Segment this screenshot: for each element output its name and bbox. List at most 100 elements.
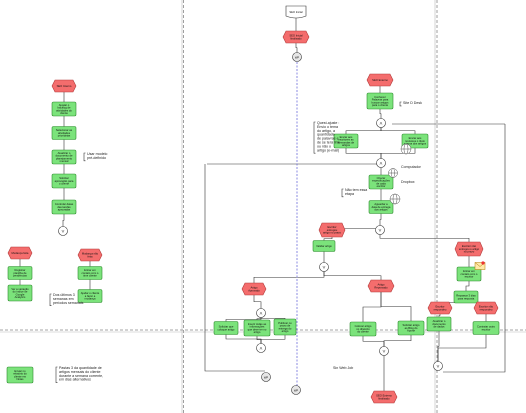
node-label-line: artigos [342,143,351,147]
flow-arrow [438,314,441,317]
flow-arrow [295,43,298,53]
annotation: Computador [401,165,422,169]
globe-icon [400,143,412,155]
node-label-line: SEO Inicial [289,10,303,14]
node-label-line: feita [87,254,93,258]
node-label-line: de dados [433,325,445,329]
node-label-line: mensal [60,159,69,163]
flow-arrow [323,271,382,280]
node-label-line: V [323,264,326,269]
activity-box: Repassar 3 diaspara resposta [453,290,479,304]
annotation-bracket [313,121,316,154]
flow-nodes: SEO Inicial SEO Inicialfinalizado WP SEO In… [6,5,500,404]
event-hexagon: SEO Externofinalizado [370,390,398,404]
annotation: Sin Web Job [333,366,353,370]
flow-arrow [465,281,470,291]
document-shape: SEO Inicial [285,5,307,19]
node-label-line: artigo [282,329,289,333]
node-label-line: Reprovado [374,285,388,289]
flow-arrow [383,335,412,347]
event-hexagon: Mudança nãofeita [77,248,103,262]
node-label-line: Mudança feita [12,251,29,255]
annotation-text-line: Dropbox [401,180,415,184]
event-hexagon: Escritorrespondeu [427,301,453,315]
node-label-line: Aporte [407,329,415,333]
node-label-line: respondeu [480,307,493,311]
node-label-line: artigo no prazo [323,231,341,235]
flow-arrow [379,213,382,226]
flow-arrow [345,127,382,134]
annotation-text-line: Sin Web Job [333,366,353,370]
annotation: Quest-ajuste :Envio o temado artigo, aqu… [313,121,340,154]
node-label-line: Λ [260,310,263,315]
activity-box: Entrar emcontato com otime cliente [77,266,103,280]
node-label-line: cliente [60,111,68,115]
annotation-bracket [55,366,58,383]
node-label-line: WP [294,388,299,392]
flow-arrow [380,127,416,134]
gateway-circle: V [58,226,68,236]
activity-box: Ver a variaçãodo índice deGoogleAnalytic… [7,284,33,302]
node-label-line: para resposta [458,296,475,300]
node-label-line: mudança [84,297,96,301]
gateway-circle: V [433,361,443,371]
node-label-line: V [379,227,382,232]
annotation-text-line: em dias alternativos [59,378,91,382]
flow-arrow [379,109,382,119]
node-label-line: SEO Interno [57,84,72,88]
node-label-line: SEO Externo [372,78,388,82]
activity-box: Atualizar odocumento deplanejamentomensa… [51,149,77,165]
activity-box: Enviar norelatório docliente emNotas [6,366,34,384]
annotation-text-line: Computador [401,165,422,169]
gateway-circle: Λ [256,343,266,353]
page-connector: WP [291,385,301,395]
event-hexagon: Escritorentregouartigo no prazo [318,222,346,238]
node-label-line: Λ [380,120,383,125]
node-label-line: pendências [13,274,27,278]
activity-box: Checarespecificaçõesde cadaescritor [368,174,394,190]
node-label-line: Analytics [15,295,26,299]
node-label-line: WP [264,375,269,379]
annotation: Não tem essaetapa [341,188,367,198]
node-label-line: V [383,348,386,353]
annotation-text-line: Site D Desk [403,101,422,105]
gateway-circle: V [319,262,329,272]
flow-arrow [256,336,262,344]
node-label-line: V [62,228,65,233]
node-label-line: no prazo [464,250,475,254]
node-label-line: V [437,363,440,368]
gateway-circle: V [375,225,385,235]
node-label-line: prioritárias [58,134,71,138]
event-hexagon: SEO Interno [51,79,77,93]
node-label-line: do cliente [357,330,369,334]
annotation-bracket [49,293,52,306]
gateway-circle: Λ [376,158,386,168]
node-label-line: WP [295,55,300,59]
node-label-line: dos artigos [374,208,388,212]
node-label-line: artigo [254,330,261,334]
activity-box: Validar artigo [312,240,336,252]
flow-annotations: Usar modelopré-definidoDos últimos 3sema… [49,101,422,383]
node-label-line: coloque artigo [218,327,235,331]
activity-box: Ajustar obacklog deatividades docliente [51,101,77,117]
flow-arrow [362,292,382,322]
activity-box: Aguardar adata de entregados artigos [368,200,394,214]
flow-arrow [362,336,385,347]
node-label-line: Aprovado [248,288,260,292]
node-label-line: finalizado [290,36,302,40]
event-hexagon: Escritor nãoentregou o artigono prazo [454,241,484,257]
node-label-line: o cliente [59,182,70,186]
event-hexagon: ArtigoReprovado [367,279,395,293]
flow-arrow [437,334,487,362]
flow-arrow [345,148,382,159]
activity-box: Controlar datasdas tarefasaprovadas [51,199,77,215]
node-label-line: time cliente [83,274,97,278]
activity-box: Atualizar odocumentode dados [426,316,452,332]
flow-arrow [379,234,470,242]
event-hexagon: ArtigoAprovado [241,282,267,296]
node-label-line: respondeu [434,307,447,311]
flow-arrow [62,214,65,227]
annotation-bracket [399,101,402,107]
activity-box: Contratar outroescritor [472,321,500,335]
annotation: Usar modelopré-definido [83,152,107,162]
